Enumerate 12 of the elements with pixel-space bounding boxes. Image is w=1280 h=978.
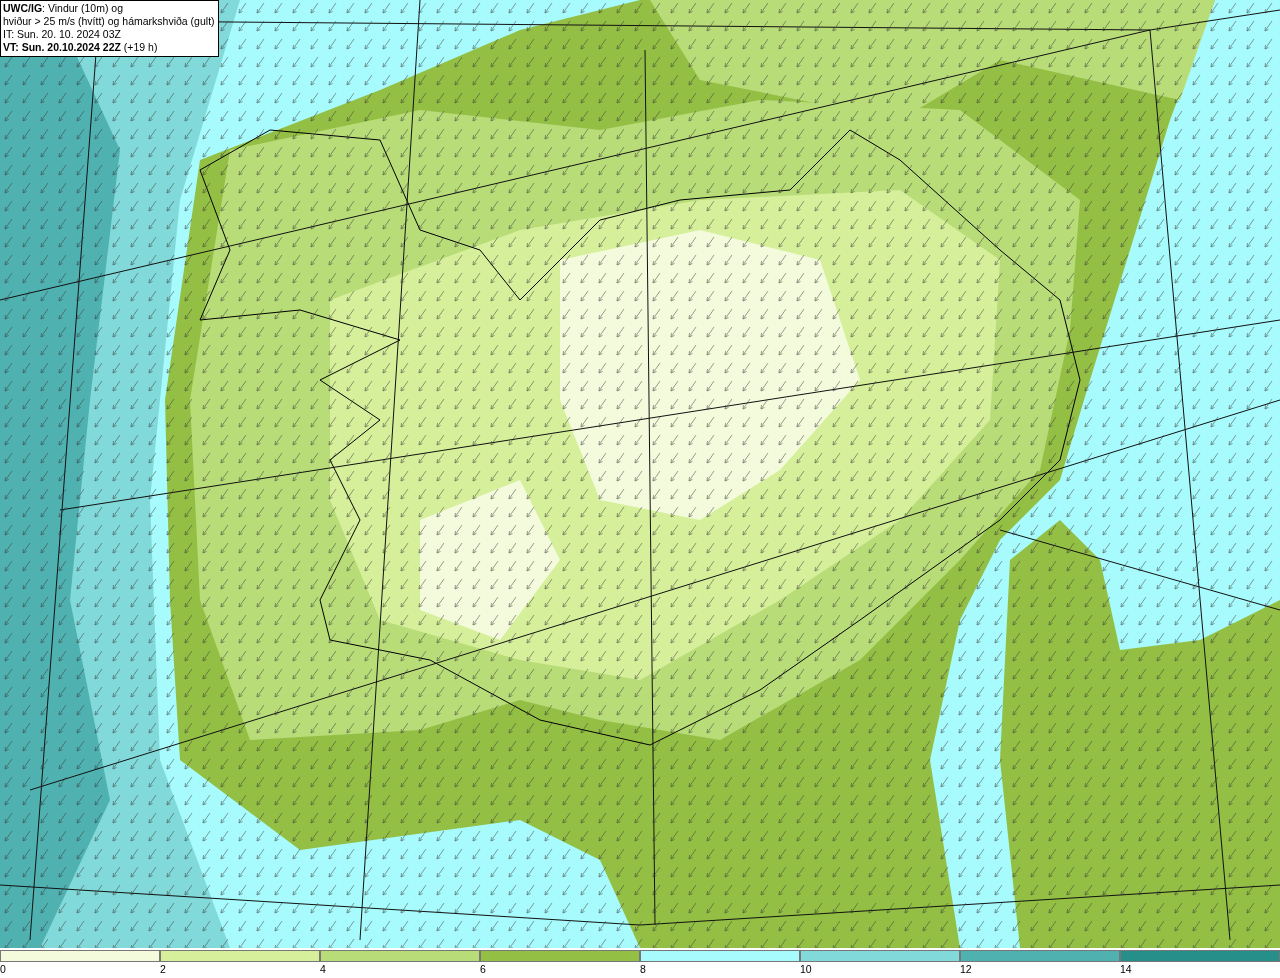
scale-tick-label: 4	[320, 962, 326, 976]
scale-tick-label: 2	[160, 962, 166, 976]
scale-tick-label: 10	[800, 962, 812, 976]
scale-tick-label: 12	[960, 962, 972, 976]
info-text: VT: Sun. 20.10.2024 22Z (+19 h)	[3, 41, 159, 54]
info-text: hviður > 25 m/s (hvítt) og hámarkshviða (gult)	[3, 15, 215, 28]
scale-tick-label: 8	[640, 962, 646, 976]
scale-tick-label: 6	[480, 962, 486, 976]
scale-tick-label: 0	[0, 962, 6, 976]
scale-tick-label: 14	[1120, 962, 1132, 976]
info-text: IT: Sun. 20. 10. 2024 03Z	[3, 28, 122, 41]
info-text: UWC/IG: Vindur (10m) og	[3, 2, 124, 15]
